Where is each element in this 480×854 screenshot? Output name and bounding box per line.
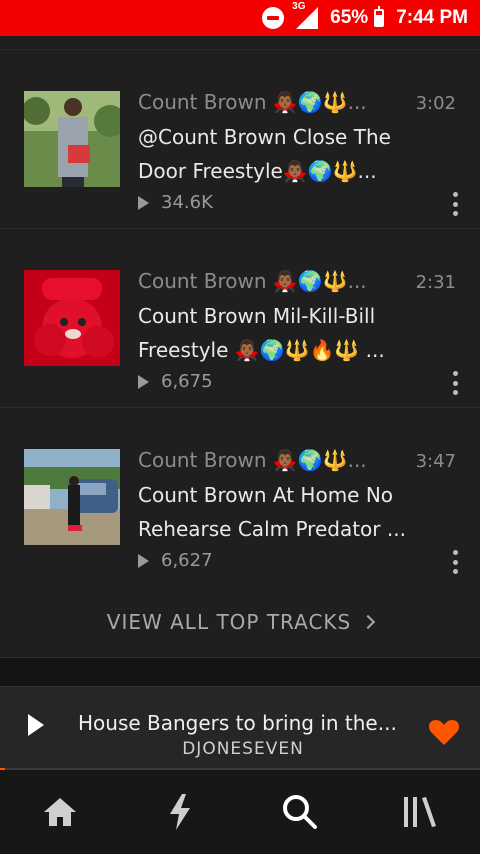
play-count-value: 6,627 xyxy=(161,550,213,571)
play-count-value: 6,675 xyxy=(161,371,213,392)
top-tracks-list: Count Brown 🧛🏾‍♂️🌍🔱... 3:02 @Count Brown… xyxy=(0,36,480,686)
track-artist[interactable]: Count Brown 🧛🏾‍♂️🌍🔱... xyxy=(138,90,367,114)
track-title[interactable]: Count Brown Mil-Kill-Bill Freestyle 🧛🏾‍♂… xyxy=(138,299,428,367)
nav-search[interactable] xyxy=(240,770,360,854)
stream-icon xyxy=(170,794,190,830)
bottom-nav xyxy=(0,770,480,854)
track-artwork xyxy=(24,91,120,187)
more-options-icon[interactable] xyxy=(450,550,460,574)
track-duration: 3:47 xyxy=(415,451,456,472)
clock: 7:44 PM xyxy=(396,7,468,28)
nav-home[interactable] xyxy=(0,770,120,854)
heart-icon[interactable] xyxy=(428,718,460,746)
now-playing-artist[interactable]: DJONESEVEN xyxy=(78,739,408,759)
track-artwork xyxy=(24,270,120,366)
play-count-value: 34.6K xyxy=(161,192,213,213)
play-count: 6,627 xyxy=(138,550,213,571)
play-icon[interactable] xyxy=(28,714,44,736)
battery-percent: 65% xyxy=(330,7,369,28)
home-icon xyxy=(44,798,76,826)
network-type: 3G xyxy=(292,1,306,12)
view-all-label: VIEW ALL TOP TRACKS xyxy=(106,609,352,634)
search-icon xyxy=(283,795,317,829)
play-count-icon xyxy=(138,553,149,568)
play-count: 6,675 xyxy=(138,371,213,392)
play-count-icon xyxy=(138,195,149,210)
track-duration: 3:02 xyxy=(415,93,456,114)
nav-stream[interactable] xyxy=(120,770,240,854)
do-not-disturb-icon xyxy=(262,7,285,29)
view-all-top-tracks-button[interactable]: VIEW ALL TOP TRACKS xyxy=(0,586,480,658)
track-title[interactable]: Count Brown At Home No Rehearse Calm Pre… xyxy=(138,478,428,546)
track-artist[interactable]: Count Brown 🧛🏾‍♂️🌍🔱... xyxy=(138,448,367,472)
track-title[interactable]: @Count Brown Close The Door Freestyle🧛🏾‍… xyxy=(138,120,428,188)
play-count: 34.6K xyxy=(138,192,213,213)
track-duration: 2:31 xyxy=(415,272,456,293)
library-icon xyxy=(404,797,436,827)
signal-icon: 3G xyxy=(292,1,319,29)
track-row[interactable]: Count Brown 🧛🏾‍♂️🌍🔱... 3:47 Count Brown … xyxy=(0,408,480,587)
chevron-right-icon xyxy=(361,614,376,629)
track-artist[interactable]: Count Brown 🧛🏾‍♂️🌍🔱... xyxy=(138,269,367,293)
track-row[interactable]: Count Brown 🧛🏾‍♂️🌍🔱... 3:02 @Count Brown… xyxy=(0,50,480,229)
more-options-icon[interactable] xyxy=(450,371,460,395)
battery-icon xyxy=(374,6,385,27)
previous-section-edge xyxy=(0,36,480,50)
mini-player[interactable]: House Bangers to bring in the... DJONESE… xyxy=(0,686,480,770)
play-count-icon xyxy=(138,374,149,389)
now-playing-title[interactable]: House Bangers to bring in the... xyxy=(78,711,408,735)
nav-library[interactable] xyxy=(360,770,480,854)
status-bar: 3G 65% 7:44 PM xyxy=(0,0,480,36)
track-artwork xyxy=(24,449,120,545)
more-options-icon[interactable] xyxy=(450,192,460,216)
track-row[interactable]: Count Brown 🧛🏾‍♂️🌍🔱... 2:31 Count Brown … xyxy=(0,229,480,408)
